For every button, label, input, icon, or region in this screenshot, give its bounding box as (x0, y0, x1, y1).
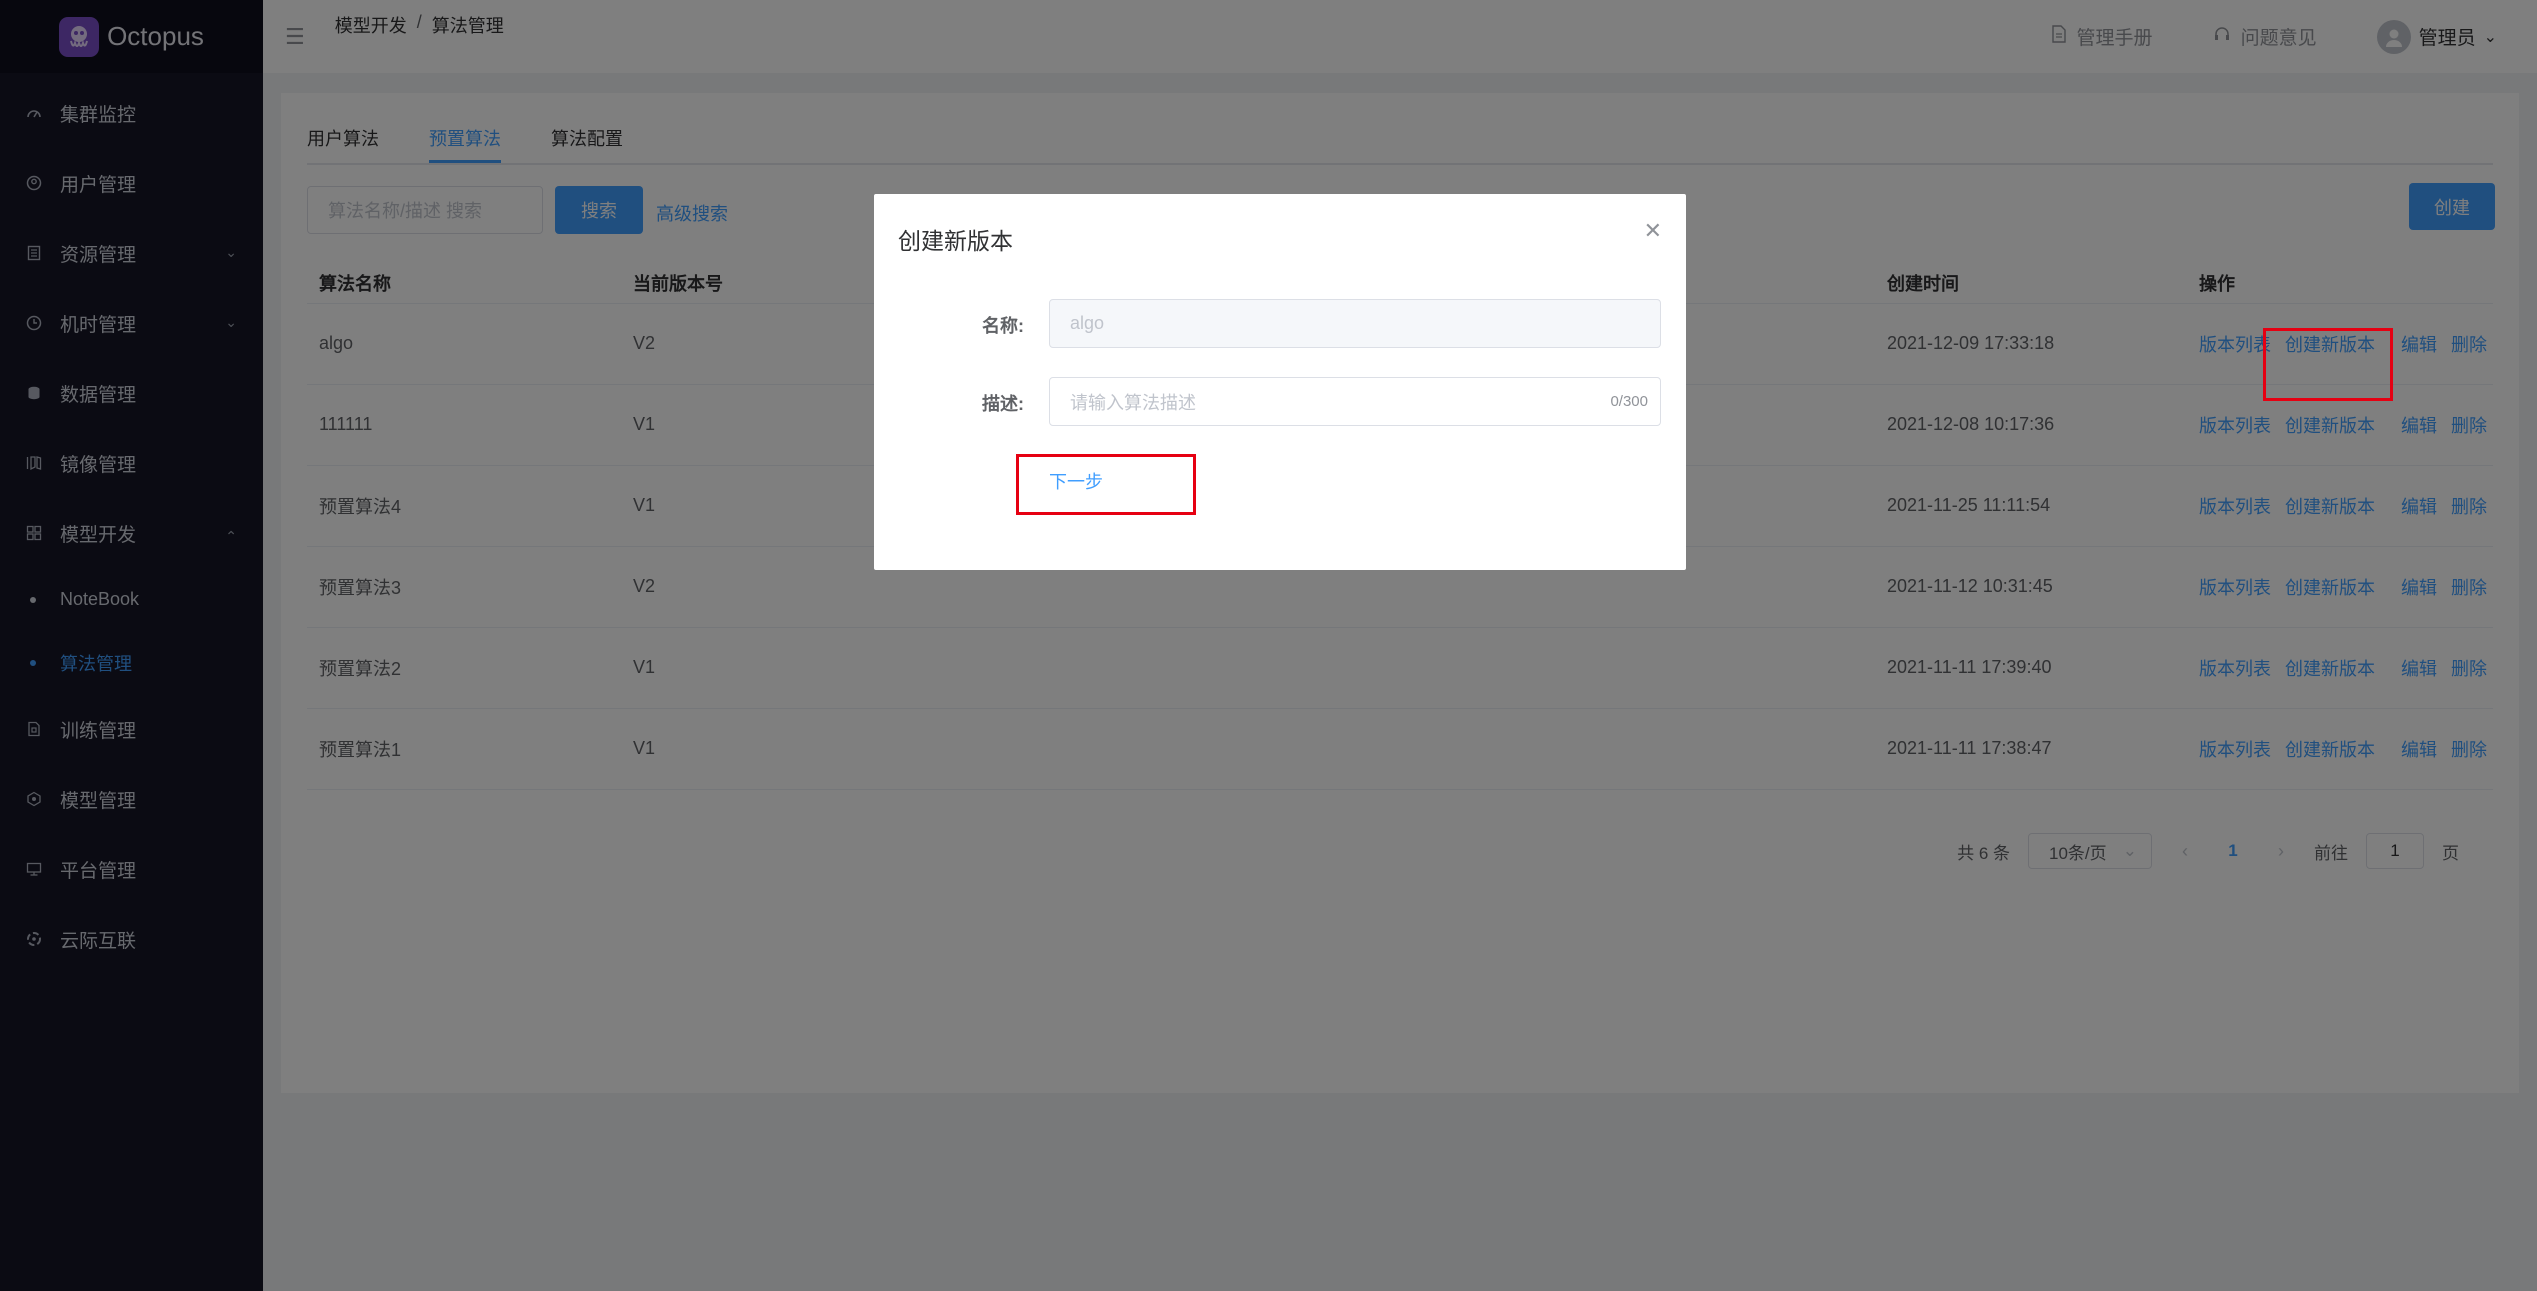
description-label: 描述: (982, 394, 1024, 414)
highlight-box-create-version (2263, 328, 2393, 401)
create-version-dialog: 创建新版本 ✕ 名称: algo 描述: 请输入算法描述 0/300 下一步 (874, 194, 1686, 570)
char-counter: 0/300 (1610, 393, 1648, 410)
description-field[interactable]: 请输入算法描述 0/300 (1049, 377, 1661, 426)
highlight-box-next-step (1016, 454, 1196, 515)
close-icon[interactable]: ✕ (1644, 218, 1662, 244)
dialog-title: 创建新版本 (898, 228, 1013, 254)
name-label: 名称: (982, 316, 1024, 336)
description-placeholder: 请输入算法描述 (1070, 392, 1196, 413)
name-field[interactable]: algo (1049, 299, 1661, 348)
